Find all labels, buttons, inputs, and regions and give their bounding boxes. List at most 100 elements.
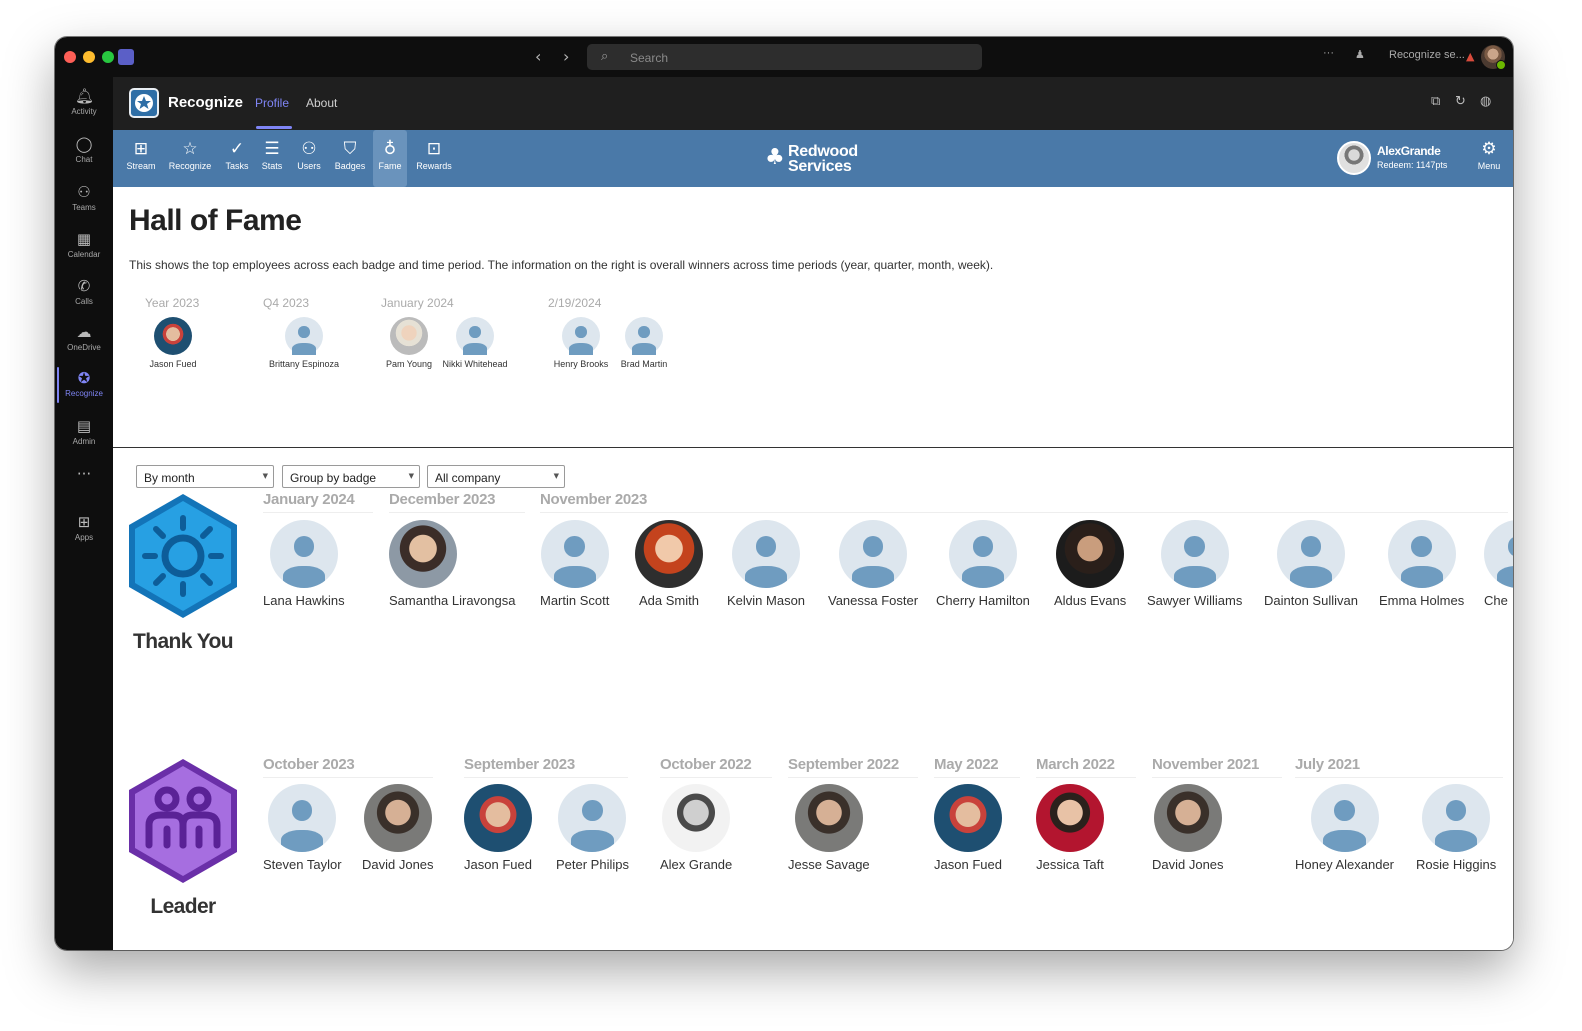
person-card[interactable]: Samantha Liravongsa [389,520,515,608]
avatar [1036,784,1104,852]
rail-item-admin[interactable]: ▤ Admin [55,411,113,457]
badge-leader[interactable]: Leader [126,757,240,919]
rail-item-label: Teams [72,203,96,212]
title-bar: ‹ › ⌕ Search ··· ♟ Recognize se... ▲ [55,37,1513,77]
person-card[interactable]: David Jones [362,784,434,872]
winner-card[interactable]: Brittany Espinoza [264,317,344,369]
period-label: March 2022 [1036,756,1136,778]
person-icon[interactable]: ♟ [1355,48,1365,61]
gift-icon: ⊡ [426,139,442,159]
menu-button[interactable]: ⚙ Menu [1469,130,1509,187]
nav-label: Recognize [168,161,212,171]
person-card[interactable]: Sawyer Williams [1147,520,1242,608]
person-card[interactable]: Cherry Hamilton [936,520,1030,608]
globe-icon[interactable]: ◍ [1480,94,1491,109]
person-card[interactable]: Kelvin Mason [727,520,805,608]
person-card[interactable]: Jason Fued [934,784,1002,872]
person-card[interactable]: Rosie Higgins [1416,784,1496,872]
person-card[interactable]: Emma Holmes [1379,520,1464,608]
shield-icon: ⛉ [343,139,357,159]
account-label[interactable]: Recognize se... [1389,49,1465,61]
nav-stream[interactable]: ⊞ Stream [122,130,160,187]
person-card[interactable]: Alex Grande [660,784,732,872]
refresh-icon[interactable]: ↻ [1455,94,1466,109]
person-card[interactable]: David Jones [1152,784,1224,872]
select-value: Group by badge [290,471,377,485]
minimize-window-button[interactable] [83,51,95,63]
avatar[interactable] [1481,45,1506,70]
person-card[interactable]: Ada Smith [635,520,703,608]
search-placeholder: Search [630,51,669,65]
person-name: Cherry Hamilton [936,593,1030,608]
person-card[interactable]: Honey Alexander [1295,784,1394,872]
nav-label: Menu [1477,161,1501,171]
rail-more-button[interactable]: ··· [55,461,113,487]
close-window-button[interactable] [64,51,76,63]
grid-icon: ⊞ [133,139,149,159]
person-card[interactable]: Che [1484,520,1513,608]
phone-icon: ✆ [77,277,91,295]
nav-recognize[interactable]: ☆ Recognize [166,130,214,187]
nav-rewards[interactable]: ⊡ Rewards [411,130,457,187]
recognize-icon: ✪ [77,369,91,387]
person-card[interactable]: Vanessa Foster [828,520,918,608]
badge-thank-you[interactable]: Thank You [126,492,240,654]
nav-stats[interactable]: ☰ Stats [257,130,287,187]
rail-item-recognize[interactable]: ✪ Recognize [55,363,113,409]
popout-icon[interactable]: ⧉ [1431,94,1440,109]
rail-item-calls[interactable]: ✆ Calls [55,271,113,317]
avatar [363,784,432,852]
user-points[interactable]: Redeem: 1147pts [1377,160,1447,170]
chevron-down-icon: ▼ [553,472,559,480]
maximize-window-button[interactable] [102,51,114,63]
avatar [1484,520,1513,588]
page-description: This shows the top employees across each… [129,258,994,272]
winner-card[interactable]: Jason Fued [133,317,213,369]
rail-item-apps[interactable]: ⊞ Apps [55,507,113,553]
period-select[interactable]: By month ▼ [136,465,274,488]
nav-fame[interactable]: ♁ Fame [373,130,407,187]
winner-name: Brad Martin [620,359,668,369]
rail-item-activity[interactable]: 🔔︎ Activity [55,81,113,127]
person-card[interactable]: Peter Philips [556,784,629,872]
person-card[interactable]: Martin Scott [540,520,609,608]
person-card[interactable]: Jessica Taft [1036,784,1104,872]
person-card[interactable]: Dainton Sullivan [1264,520,1358,608]
person-card[interactable]: Lana Hawkins [263,520,345,608]
winner-card[interactable]: Brad Martin [604,317,684,369]
person-card[interactable]: Aldus Evans [1054,520,1126,608]
person-name: Ada Smith [639,593,699,608]
hall-of-fame-page: Hall of Fame This shows the top employee… [113,187,1513,950]
winner-card[interactable]: Nikki Whitehead [435,317,515,369]
tab-profile[interactable]: Profile [255,96,289,110]
nav-badges[interactable]: ⛉ Badges [331,130,369,187]
person-name: Che [1484,593,1508,608]
user-name[interactable]: AlexGrande [1377,144,1441,158]
person-name: Jesse Savage [788,857,870,872]
nav-label: Fame [378,161,402,171]
chevron-left-icon[interactable]: ‹ [535,47,541,66]
winner-period: January 2024 [381,296,454,310]
avatar [1276,520,1345,588]
nav-users[interactable]: ⚇ Users [291,130,327,187]
nav-tasks[interactable]: ✓ Tasks [220,130,254,187]
person-card[interactable]: Jesse Savage [788,784,870,872]
more-options-icon[interactable]: ··· [1323,47,1334,59]
avatar [562,317,600,355]
person-card[interactable]: Jason Fued [464,784,532,872]
chevron-right-icon[interactable]: › [563,47,569,66]
rail-item-teams[interactable]: ⚇ Teams [55,177,113,223]
period-label: December 2023 [389,491,525,513]
group-select[interactable]: Group by badge ▼ [282,465,420,488]
nav-label: Users [297,161,321,171]
tab-about[interactable]: About [306,96,337,110]
rail-item-onedrive[interactable]: ☁ OneDrive [55,317,113,363]
search-input[interactable]: ⌕ Search [587,44,982,70]
warning-icon: ▲ [1466,50,1475,63]
person-card[interactable]: Steven Taylor [263,784,342,872]
avatar[interactable] [1337,141,1371,175]
rail-item-chat[interactable]: ◯ Chat [55,129,113,175]
rail-item-calendar[interactable]: ▦ Calendar [55,224,113,270]
winner-name: Nikki Whitehead [442,359,508,369]
scope-select[interactable]: All company ▼ [427,465,565,488]
